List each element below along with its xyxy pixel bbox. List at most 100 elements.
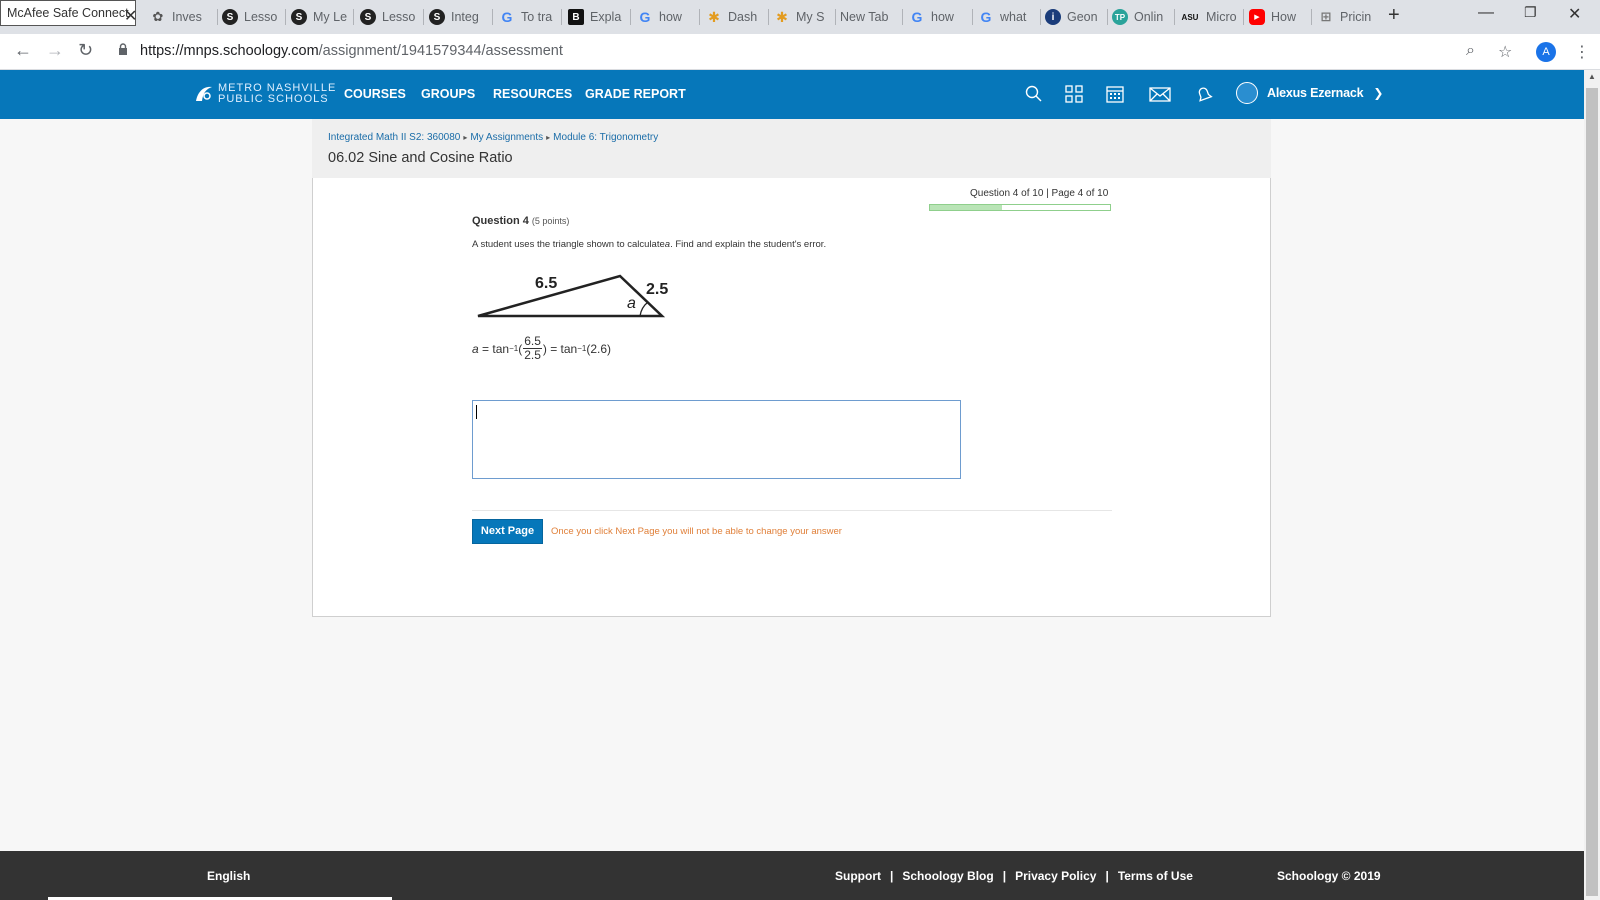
nav-grade-report[interactable]: GRADE REPORT: [585, 87, 686, 101]
browser-tab[interactable]: ✿ Inves: [150, 4, 218, 30]
menu-icon[interactable]: ⋮: [1574, 42, 1590, 62]
footer-link-terms[interactable]: Terms of Use: [1118, 869, 1193, 883]
breadcrumb-course[interactable]: Integrated Math II S2: 360080: [328, 132, 460, 143]
next-page-warning: Once you click Next Page you will not be…: [551, 526, 842, 537]
restore-icon[interactable]: ❐: [1524, 4, 1537, 21]
footer-link-support[interactable]: Support: [835, 869, 881, 883]
schoology-icon: S: [360, 9, 376, 25]
answer-textarea[interactable]: [472, 400, 961, 479]
breadcrumb-assignments[interactable]: My Assignments: [470, 132, 543, 143]
browser-tab[interactable]: Ghow: [637, 4, 700, 30]
brainly-icon: B: [568, 9, 584, 25]
lock-icon: [119, 43, 127, 55]
angle-label: a: [627, 295, 636, 312]
schoology-icon: S: [291, 9, 307, 25]
breadcrumb-arrow-icon: ▸: [463, 133, 468, 142]
content-header: Integrated Math II S2: 360080 ▸ My Assignm…: [312, 119, 1271, 178]
progress-bar: [929, 204, 1111, 211]
google-icon: G: [911, 9, 923, 25]
browser-tab[interactable]: ✱ Dash: [706, 4, 769, 30]
tp-icon: TP: [1112, 9, 1128, 25]
browser-tab[interactable]: S Lesso: [222, 4, 286, 30]
browser-tab[interactable]: i Geon: [1045, 4, 1108, 30]
user-avatar: [1236, 82, 1258, 104]
asu-icon: ASU: [1181, 12, 1199, 22]
gear-outline-icon: ✿: [152, 9, 164, 24]
window-close-icon[interactable]: ✕: [1568, 4, 1581, 24]
fraction: 6.5 2.5: [523, 334, 542, 362]
scroll-up-icon[interactable]: ▲: [1588, 72, 1596, 81]
nav-resources[interactable]: RESOURCES: [493, 87, 572, 101]
apps-grid-icon[interactable]: [1064, 84, 1084, 104]
minimize-icon[interactable]: —: [1478, 4, 1494, 22]
triangle-diagram: 6.5 2.5 a: [477, 274, 668, 318]
zoom-icon[interactable]: ⌕: [1466, 42, 1475, 60]
browser-tab[interactable]: S Lesso: [360, 4, 424, 30]
forward-icon[interactable]: →: [46, 40, 64, 61]
close-tab-icon[interactable]: ✕: [124, 6, 137, 26]
google-icon: G: [639, 9, 651, 25]
logo-line-2: PUBLIC SCHOOLS: [218, 93, 329, 105]
user-menu[interactable]: Alexus Ezernack ❯: [1236, 82, 1383, 104]
mcafee-tooltip: McAfee Safe Connect: [0, 0, 136, 26]
browser-tab[interactable]: TP Onlin: [1112, 4, 1175, 30]
pinwheel-icon: ✱: [708, 8, 720, 25]
browser-tab[interactable]: S My Le: [291, 4, 354, 30]
side-label-top: 6.5: [535, 275, 557, 292]
scrollbar-thumb[interactable]: [1586, 88, 1598, 896]
browser-tab[interactable]: ▶ How: [1249, 4, 1312, 30]
scrollbar[interactable]: ▲: [1584, 70, 1600, 900]
student-formula: a = tan −1( 6.5 2.5) = tan −1 (2.6): [472, 334, 612, 362]
url-field[interactable]: https://mnps.schoology.com/assignment/19…: [140, 43, 563, 59]
profile-avatar[interactable]: A: [1536, 42, 1556, 62]
footer-link-blog[interactable]: Schoology Blog: [902, 869, 993, 883]
browser-tab[interactable]: Ghow: [909, 4, 973, 30]
search-icon[interactable]: [1024, 84, 1044, 104]
site-header: METRO NASHVILLE PUBLIC SCHOOLS COURSES G…: [0, 70, 1584, 119]
site-footer: English Support | Schoology Blog | Privacy…: [0, 851, 1584, 900]
breadcrumb-module[interactable]: Module 6: Trigonometry: [553, 132, 658, 143]
browser-tab[interactable]: B Expla: [568, 4, 631, 30]
info-icon: i: [1045, 9, 1061, 25]
reload-icon[interactable]: ↻: [78, 40, 93, 61]
back-icon[interactable]: ←: [14, 40, 32, 61]
notification-bell-icon[interactable]: [1194, 84, 1214, 104]
chevron-down-icon: ❯: [1373, 86, 1384, 100]
bookmark-star-icon[interactable]: ☆: [1498, 42, 1512, 62]
question-title: Question 4 (5 points): [472, 215, 570, 227]
youtube-icon: ▶: [1249, 9, 1265, 25]
mail-icon[interactable]: [1149, 84, 1171, 104]
google-icon: G: [501, 9, 513, 25]
footer-link-privacy[interactable]: Privacy Policy: [1015, 869, 1096, 883]
pinwheel-icon: ✱: [776, 8, 788, 25]
breadcrumb: Integrated Math II S2: 360080 ▸ My Assignm…: [328, 132, 658, 143]
browser-tab[interactable]: ✱ My S: [774, 4, 836, 30]
schoology-icon: S: [222, 9, 238, 25]
browser-tab[interactable]: ⊞ Pricin: [1318, 4, 1378, 30]
copyright: Schoology © 2019: [1277, 869, 1381, 883]
new-tab-button[interactable]: +: [1388, 4, 1400, 27]
calendar-icon[interactable]: [1105, 84, 1125, 104]
browser-tab[interactable]: G To tra: [499, 4, 562, 30]
district-logo[interactable]: METRO NASHVILLE PUBLIC SCHOOLS: [194, 83, 336, 105]
language-selector[interactable]: English: [207, 869, 250, 883]
text-cursor: [476, 405, 477, 419]
schoology-icon: S: [429, 9, 445, 25]
question-points: (5 points): [531, 216, 570, 226]
browser-tab-bar: McAfee Safe Connect ✕ ✿ Inves S Lesso S My …: [0, 0, 1600, 34]
browser-tab[interactable]: New Tab: [840, 4, 903, 30]
footer-links: Support | Schoology Blog | Privacy Policy |…: [835, 869, 1193, 883]
address-bar: ← → ↻ https://mnps.schoology.com/assignm…: [0, 34, 1600, 70]
nav-groups[interactable]: GROUPS: [421, 87, 475, 101]
nav-courses[interactable]: COURSES: [344, 87, 406, 101]
browser-tab[interactable]: S Integ: [429, 4, 493, 30]
question-text: A student uses the triangle shown to cal…: [472, 239, 827, 250]
browser-tab[interactable]: ASU Micro: [1180, 4, 1244, 30]
page-title: 06.02 Sine and Cosine Ratio: [328, 150, 513, 166]
browser-tab[interactable]: Gwhat: [978, 4, 1041, 30]
user-name: Alexus Ezernack: [1267, 86, 1364, 100]
next-page-button[interactable]: Next Page: [472, 519, 543, 544]
grid-icon: ⊞: [1320, 9, 1332, 24]
divider: [472, 510, 1112, 511]
side-label-right: 2.5: [646, 281, 668, 298]
